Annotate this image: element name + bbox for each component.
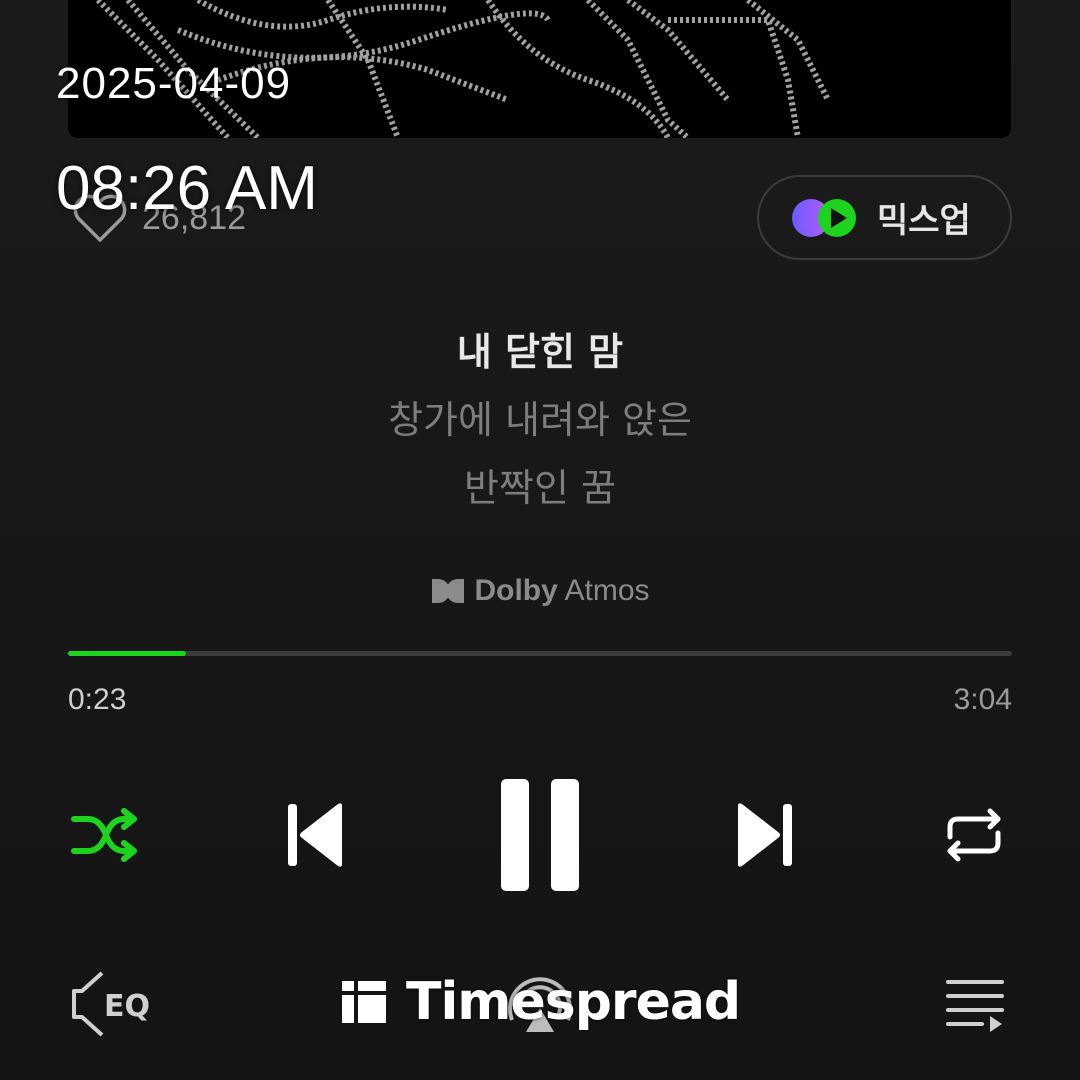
previous-button[interactable] <box>278 795 350 875</box>
lyric-current: 내 닫힌 맘 <box>456 330 624 374</box>
lyric-line: 창가에 내려와 앉은 <box>388 398 692 442</box>
progress-fill <box>68 651 186 656</box>
overlay-date: 2025-04-09 <box>56 59 292 108</box>
mixup-button[interactable]: 믹스업 <box>757 175 1012 260</box>
total-time: 3:04 <box>953 683 1012 716</box>
dolby-atmos-badge: Dolby Atmos <box>0 574 1080 608</box>
elapsed-time: 0:23 <box>68 683 127 716</box>
watermark-text: Timespread <box>406 972 741 1032</box>
shuffle-icon <box>71 808 137 862</box>
playlist-button[interactable] <box>940 970 1010 1036</box>
dolby-icon <box>432 579 465 603</box>
skip-next-icon <box>738 803 792 867</box>
progress-bar[interactable] <box>68 651 1012 656</box>
eq-label: EQ <box>104 989 150 1024</box>
timespread-logo-icon <box>342 981 386 1023</box>
dolby-suffix: Atmos <box>564 574 650 607</box>
playlist-icon <box>946 980 1004 1032</box>
shuffle-button[interactable] <box>66 800 146 870</box>
eq-speaker-icon: EQ <box>72 971 150 1037</box>
mixup-icon <box>792 198 856 237</box>
next-button[interactable] <box>730 795 802 875</box>
overlay-time: 08:26 AM <box>56 154 318 223</box>
pause-button[interactable] <box>490 770 590 900</box>
lyric-line: 반짝인 꿈 <box>464 466 616 510</box>
watermark: Timespread <box>340 972 741 1032</box>
lyrics-panel[interactable]: 내 닫힌 맘 창가에 내려와 앉은 반짝인 꿈 <box>0 318 1080 522</box>
eq-button[interactable]: EQ <box>66 966 156 1042</box>
repeat-icon <box>947 808 1001 862</box>
skip-previous-icon <box>288 803 342 867</box>
repeat-button[interactable] <box>936 800 1012 870</box>
dolby-brand: Dolby <box>474 574 558 607</box>
pause-icon <box>501 779 579 891</box>
mixup-label: 믹스업 <box>877 201 971 241</box>
